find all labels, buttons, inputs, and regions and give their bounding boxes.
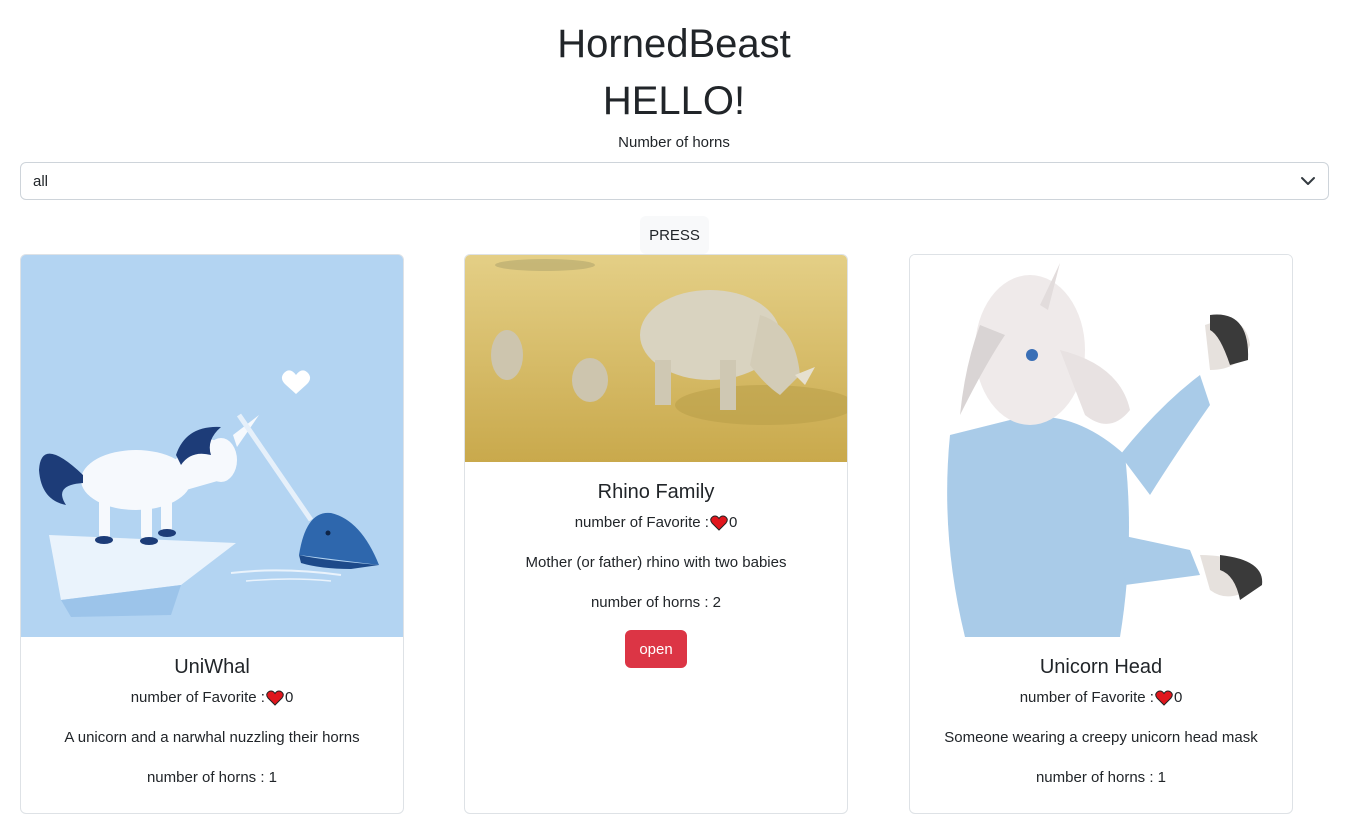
open-button[interactable]: open	[625, 630, 687, 668]
favorite-count: 0	[728, 514, 738, 531]
page-title: HornedBeast	[557, 22, 791, 66]
beast-image-unicorn-head[interactable]	[910, 255, 1292, 637]
favorite-count: 0	[284, 689, 294, 706]
beast-card-rhino-family: Rhino Family number of Favorite : 0 Moth…	[464, 254, 848, 814]
favorite-count: 0	[1173, 689, 1183, 706]
horns-filter-select[interactable]: all	[20, 162, 1329, 200]
beast-horns: number of horns : 1	[1035, 769, 1167, 786]
beast-image-uniwhal[interactable]	[21, 255, 403, 637]
beast-card-unicorn-head: Unicorn Head number of Favorite : 0 Some…	[909, 254, 1293, 814]
favorite-row: number of Favorite : 0	[21, 687, 403, 709]
beast-description: A unicorn and a narwhal nuzzling their h…	[64, 729, 360, 746]
greeting-heading: HELLO!	[602, 79, 746, 123]
beast-horns: number of horns : 2	[590, 594, 722, 611]
uniwhal-illustration	[21, 255, 403, 637]
beast-card-body: UniWhal number of Favorite : 0 A unicorn…	[21, 653, 403, 805]
favorite-label: number of Favorite :	[574, 514, 709, 531]
beast-card-body: Rhino Family number of Favorite : 0 Moth…	[465, 478, 847, 668]
heart-icon[interactable]	[710, 515, 728, 531]
unicorn-head-photo	[910, 255, 1292, 637]
press-button[interactable]: PRESS	[640, 216, 709, 254]
beast-description: Mother (or father) rhino with two babies	[525, 554, 787, 571]
heart-icon[interactable]	[266, 690, 284, 706]
beast-title: Rhino Family	[597, 481, 715, 503]
beast-image-rhino-family[interactable]	[465, 255, 847, 462]
beast-title: UniWhal	[174, 656, 250, 678]
beast-title: Unicorn Head	[1039, 656, 1163, 678]
chevron-down-icon	[1301, 177, 1315, 185]
heart-icon[interactable]	[1155, 690, 1173, 706]
rhino-family-photo	[465, 255, 847, 462]
beast-description: Someone wearing a creepy unicorn head ma…	[944, 729, 1258, 746]
favorite-row: number of Favorite : 0	[910, 687, 1292, 709]
beast-card-uniwhal: UniWhal number of Favorite : 0 A unicorn…	[20, 254, 404, 814]
favorite-label: number of Favorite :	[1019, 689, 1154, 706]
horns-filter-label: Number of horns	[618, 134, 730, 151]
horns-filter-value: all	[33, 172, 49, 190]
beast-card-body: Unicorn Head number of Favorite : 0 Some…	[910, 653, 1292, 805]
beast-horns: number of horns : 1	[146, 769, 278, 786]
favorite-label: number of Favorite :	[130, 689, 265, 706]
favorite-row: number of Favorite : 0	[465, 512, 847, 534]
